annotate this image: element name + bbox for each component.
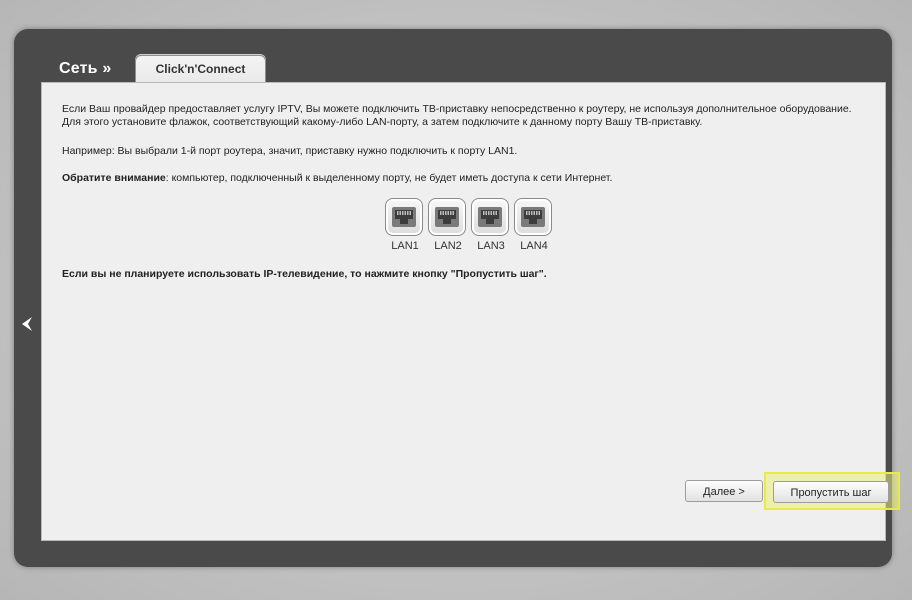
next-button[interactable]: Далее > bbox=[685, 480, 763, 502]
example-text: Например: Вы выбрали 1-й порт роутера, з… bbox=[62, 145, 518, 157]
skip-button-highlight: Пропустить шаг bbox=[764, 472, 900, 510]
port-lan3[interactable]: LAN3 bbox=[471, 198, 511, 252]
port-label: LAN4 bbox=[520, 240, 548, 252]
ethernet-port-icon[interactable] bbox=[428, 198, 466, 236]
ethernet-port-icon[interactable] bbox=[514, 198, 552, 236]
port-label: LAN3 bbox=[477, 240, 505, 252]
ethernet-port-icon[interactable] bbox=[471, 198, 509, 236]
notice-text: Обратите внимание: компьютер, подключенн… bbox=[62, 172, 852, 185]
notice-body: : компьютер, подключенный к выделенному … bbox=[165, 172, 613, 184]
notice-label: Обратите внимание bbox=[62, 172, 166, 184]
port-lan4[interactable]: LAN4 bbox=[514, 198, 554, 252]
chevron-left-icon[interactable] bbox=[20, 316, 34, 337]
content-panel: Если Ваш провайдер предоставляет услугу … bbox=[41, 82, 886, 541]
tab-click-n-connect[interactable]: Click'n'Connect bbox=[135, 55, 266, 83]
section-title[interactable]: Сеть » bbox=[59, 60, 111, 78]
port-label: LAN1 bbox=[391, 240, 419, 252]
port-label: LAN2 bbox=[434, 240, 462, 252]
main-frame: Сеть » Click'n'Connect Если Ваш провайде… bbox=[14, 29, 900, 567]
port-lan2[interactable]: LAN2 bbox=[428, 198, 468, 252]
lan-ports: LAN1 LAN2 LAN3 LAN4 bbox=[385, 198, 554, 252]
skip-step-button[interactable]: Пропустить шаг bbox=[773, 481, 889, 503]
iptv-description: Если Ваш провайдер предоставляет услугу … bbox=[62, 103, 852, 128]
ethernet-port-icon[interactable] bbox=[385, 198, 423, 236]
port-lan1[interactable]: LAN1 bbox=[385, 198, 425, 252]
skip-hint: Если вы не планируете использовать IP-те… bbox=[62, 268, 547, 280]
